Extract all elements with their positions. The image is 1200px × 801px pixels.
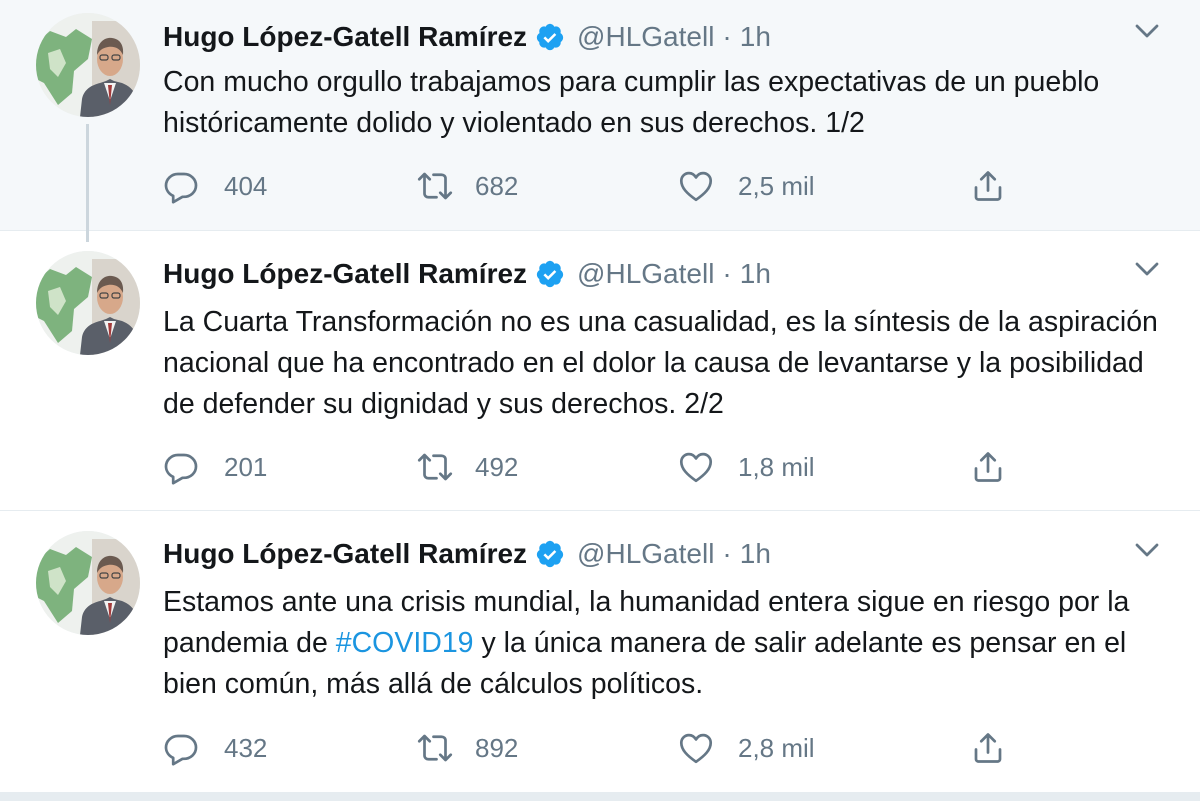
tweet-text: Estamos ante una crisis mundial, la huma… (163, 582, 1173, 705)
reply-button[interactable]: 404 (163, 166, 267, 206)
avatar[interactable] (36, 251, 140, 355)
reply-icon (163, 168, 199, 204)
retweet-count: 892 (475, 732, 519, 763)
verified-badge-icon (535, 539, 565, 569)
chevron-down-icon[interactable] (1132, 16, 1162, 46)
heart-icon (678, 168, 714, 204)
verified-badge-icon (535, 22, 565, 52)
like-button[interactable]: 2,8 mil (678, 728, 815, 768)
separator: · (722, 538, 732, 569)
retweet-button[interactable]: 682 (417, 166, 518, 206)
share-icon (970, 730, 1006, 766)
like-count: 2,5 mil (738, 170, 815, 201)
separator: · (722, 21, 732, 52)
thread-connector-line (86, 124, 89, 242)
retweet-button[interactable]: 892 (417, 728, 518, 768)
reply-icon (163, 730, 199, 766)
tweet-text: Con mucho orgullo trabajamos para cumpli… (163, 62, 1173, 144)
retweet-icon (417, 449, 453, 485)
hashtag-link[interactable]: #COVID19 (336, 627, 474, 659)
timestamp[interactable]: 1h (740, 258, 771, 290)
timestamp[interactable]: 1h (740, 538, 771, 570)
like-count: 2,8 mil (738, 732, 815, 763)
tweet-header: Hugo López-Gatell Ramírez @HLGatell · 1h (163, 534, 771, 574)
tweet-header: Hugo López-Gatell Ramírez @HLGatell · 1h (163, 254, 771, 294)
tweet-3[interactable]: Hugo López-Gatell Ramírez @HLGatell · 1h… (0, 511, 1200, 793)
tweet-actions: 404 682 2,5 mil (163, 166, 1043, 206)
avatar[interactable] (36, 531, 140, 635)
retweet-count: 492 (475, 451, 519, 482)
tweet-2[interactable]: Hugo López-Gatell Ramírez @HLGatell · 1h… (0, 231, 1200, 511)
author-name[interactable]: Hugo López-Gatell Ramírez (163, 258, 527, 290)
author-handle[interactable]: @HLGatell (577, 258, 714, 290)
retweet-count: 682 (475, 170, 519, 201)
author-name[interactable]: Hugo López-Gatell Ramírez (163, 538, 527, 570)
author-handle[interactable]: @HLGatell (577, 538, 714, 570)
share-button[interactable] (970, 728, 1006, 768)
share-button[interactable] (970, 447, 1006, 487)
author-handle[interactable]: @HLGatell (577, 21, 714, 53)
separator: · (722, 258, 732, 289)
tweet-text-content: La Cuarta Transformación no es una casua… (163, 306, 1158, 420)
chevron-down-icon[interactable] (1132, 535, 1162, 565)
share-icon (970, 168, 1006, 204)
avatar[interactable] (36, 13, 140, 117)
share-icon (970, 449, 1006, 485)
reply-button[interactable]: 432 (163, 728, 267, 768)
tweet-text-content: Con mucho orgullo trabajamos para cumpli… (163, 66, 1100, 139)
verified-badge-icon (535, 259, 565, 289)
tweet-1[interactable]: Hugo López-Gatell Ramírez @HLGatell · 1h… (0, 0, 1200, 231)
heart-icon (678, 730, 714, 766)
reply-count: 201 (224, 451, 268, 482)
tweet-actions: 201 492 1,8 mil (163, 447, 1043, 487)
like-count: 1,8 mil (738, 451, 815, 482)
like-button[interactable]: 2,5 mil (678, 166, 815, 206)
retweet-icon (417, 730, 453, 766)
chevron-down-icon[interactable] (1132, 254, 1162, 284)
reply-count: 432 (224, 732, 268, 763)
tweet-text: La Cuarta Transformación no es una casua… (163, 302, 1173, 425)
feed-bottom-divider (0, 793, 1200, 801)
heart-icon (678, 449, 714, 485)
tweet-actions: 432 892 2,8 mil (163, 728, 1043, 768)
retweet-icon (417, 168, 453, 204)
reply-button[interactable]: 201 (163, 447, 267, 487)
retweet-button[interactable]: 492 (417, 447, 518, 487)
tweet-header: Hugo López-Gatell Ramírez @HLGatell · 1h (163, 17, 771, 57)
reply-count: 404 (224, 170, 268, 201)
share-button[interactable] (970, 166, 1006, 206)
timestamp[interactable]: 1h (740, 21, 771, 53)
like-button[interactable]: 1,8 mil (678, 447, 815, 487)
reply-icon (163, 449, 199, 485)
author-name[interactable]: Hugo López-Gatell Ramírez (163, 21, 527, 53)
